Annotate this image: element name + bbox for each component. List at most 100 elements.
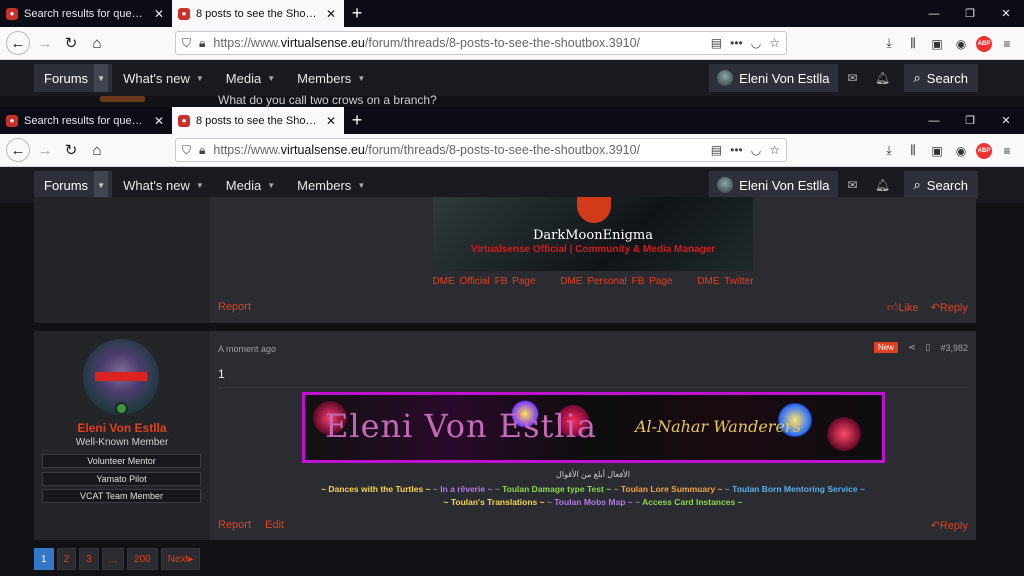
bookmark-star-icon[interactable]: ☆ — [769, 143, 780, 157]
minimize-button[interactable]: — — [916, 0, 952, 27]
like-button[interactable]: 👍︎Like — [887, 301, 919, 314]
signature-link[interactable]: In a rêverie ~ — [440, 484, 492, 494]
page-link-3[interactable]: 3 — [79, 548, 99, 570]
signature-link[interactable]: Toulan Born Mentoring Service ~ — [732, 484, 865, 494]
link-dme-twitter[interactable]: DME Twitter — [697, 276, 753, 287]
chevron-down-icon[interactable]: ▼ — [196, 181, 204, 190]
page-ellipsis[interactable]: ... — [101, 548, 125, 570]
tab-shoutbox-thread[interactable]: ● 8 posts to see the Shoutbox... | ✕ — [172, 107, 344, 134]
link-dme-official-fb[interactable]: DME Official FB Page — [432, 276, 535, 287]
new-tab-button[interactable]: + — [344, 107, 370, 134]
tab-search-results[interactable]: ● Search results for query: space ✕ — [0, 107, 172, 134]
restore-button[interactable]: ❐ — [952, 107, 988, 134]
signature-link[interactable]: ~ Toulan's Translations ~ — [444, 497, 545, 507]
sidebar-icon[interactable]: ▣ — [928, 37, 946, 51]
back-arrow-icon[interactable]: ← — [6, 31, 30, 55]
reply-button[interactable]: ↶Reply — [931, 519, 968, 532]
pocket-icon[interactable]: ◡ — [751, 36, 761, 50]
nav-whats-new[interactable]: What's new ▼ — [112, 178, 215, 193]
chevron-down-icon[interactable]: ▼ — [357, 181, 365, 190]
nav-forums[interactable]: Forums ▼ — [34, 171, 113, 199]
chevron-down-icon[interactable]: ▼ — [357, 74, 365, 83]
shield-icon[interactable]: ⛉ — [182, 143, 191, 158]
chevron-down-icon[interactable]: ▼ — [267, 74, 275, 83]
url-bar[interactable]: ⛉ 🔒︎ https://www.virtualsense.eu/forum/t… — [175, 138, 787, 162]
user-menu[interactable]: Eleni Von Estlla — [709, 64, 838, 92]
chevron-down-icon[interactable]: ▼ — [267, 181, 275, 190]
signature-link[interactable]: Toulan Lore Summuary ~ — [621, 484, 723, 494]
post-username[interactable]: Eleni Von Estlla — [34, 421, 210, 435]
chevron-down-icon[interactable]: ▼ — [196, 74, 204, 83]
signature-link[interactable]: Toulan Mobs Map ~ — [554, 497, 632, 507]
url-bar[interactable]: ⛉ 🔒︎ https://www.virtualsense.eu/forum/t… — [175, 31, 787, 55]
reply-button[interactable]: ↶Reply — [931, 301, 968, 314]
menu-icon[interactable]: ≡ — [998, 37, 1016, 51]
nav-whats-new[interactable]: What's new ▼ — [112, 71, 215, 86]
close-tab-icon[interactable]: ✕ — [324, 7, 338, 21]
page-actions-icon[interactable]: ••• — [730, 143, 743, 157]
signature-link[interactable]: Access Card Instances ~ — [642, 497, 742, 507]
page-link-2[interactable]: 2 — [56, 548, 77, 570]
home-icon[interactable]: ⌂ — [84, 30, 110, 56]
shield-icon[interactable]: ⛉ — [182, 36, 191, 51]
url-text[interactable]: https://www.virtualsense.eu/forum/thread… — [213, 36, 702, 50]
reload-icon[interactable]: ↻ — [58, 137, 84, 163]
bell-icon[interactable]: 🔔︎ — [868, 171, 898, 199]
lock-icon[interactable]: 🔒︎ — [199, 36, 205, 51]
post-timestamp[interactable]: A moment ago — [218, 344, 276, 354]
post-number[interactable]: #3,982 — [940, 343, 968, 353]
nav-forums[interactable]: Forums ▼ — [34, 64, 113, 92]
adblock-icon[interactable]: ABP — [976, 142, 992, 159]
menu-icon[interactable]: ≡ — [998, 144, 1016, 158]
next-page-button[interactable]: Next ▸ — [160, 548, 201, 570]
chevron-down-icon[interactable]: ▼ — [94, 171, 109, 199]
bell-icon[interactable]: 🔔︎ — [868, 64, 898, 92]
inbox-icon[interactable]: ✉ — [838, 171, 868, 199]
page-link-1[interactable]: 1 — [34, 548, 54, 570]
home-icon[interactable]: ⌂ — [84, 137, 110, 163]
chevron-down-icon[interactable]: ▼ — [94, 64, 109, 92]
close-window-button[interactable]: ✕ — [988, 0, 1024, 27]
report-link[interactable]: Report — [218, 301, 251, 313]
reader-view-icon[interactable]: ▤ — [711, 36, 722, 50]
back-arrow-icon[interactable]: ← — [6, 138, 30, 162]
signature-link[interactable]: ~ Dances with the Turtles ~ — [321, 484, 430, 494]
library-icon[interactable]: ⫼ — [904, 36, 922, 51]
library-icon[interactable]: ⫼ — [904, 143, 922, 158]
reader-view-icon[interactable]: ▤ — [711, 143, 722, 157]
bookmark-icon[interactable]: ▯ — [926, 342, 931, 353]
search-button[interactable]: ⌕ Search — [903, 171, 978, 199]
account-icon[interactable]: ◉ — [952, 144, 970, 158]
forward-arrow-icon[interactable]: → — [32, 137, 58, 163]
close-window-button[interactable]: ✕ — [988, 107, 1024, 134]
new-tab-button[interactable]: + — [344, 0, 370, 27]
reload-icon[interactable]: ↻ — [58, 30, 84, 56]
forward-arrow-icon[interactable]: → — [32, 30, 58, 56]
nav-media[interactable]: Media ▼ — [215, 71, 286, 86]
lock-icon[interactable]: 🔒︎ — [199, 143, 205, 158]
download-icon[interactable]: ⤓ — [880, 143, 898, 158]
pocket-icon[interactable]: ◡ — [751, 143, 761, 157]
inbox-icon[interactable]: ✉ — [838, 64, 868, 92]
close-tab-icon[interactable]: ✕ — [152, 114, 166, 128]
bookmark-star-icon[interactable]: ☆ — [769, 36, 780, 50]
nav-members[interactable]: Members ▼ — [286, 71, 376, 86]
adblock-icon[interactable]: ABP — [976, 35, 992, 52]
user-menu[interactable]: Eleni Von Estlla — [709, 171, 838, 199]
sidebar-icon[interactable]: ▣ — [928, 144, 946, 158]
signature-link[interactable]: Toulan Damage type Test ~ — [502, 484, 611, 494]
tab-search-results[interactable]: ● Search results for query: space ✕ — [0, 0, 172, 27]
account-icon[interactable]: ◉ — [952, 37, 970, 51]
report-link[interactable]: Report — [218, 519, 251, 531]
nav-media[interactable]: Media ▼ — [215, 178, 286, 193]
url-text[interactable]: https://www.virtualsense.eu/forum/thread… — [213, 143, 702, 157]
search-button[interactable]: ⌕ Search — [903, 64, 978, 92]
minimize-button[interactable]: — — [916, 107, 952, 134]
close-tab-icon[interactable]: ✕ — [152, 7, 166, 21]
restore-button[interactable]: ❐ — [952, 0, 988, 27]
nav-members[interactable]: Members ▼ — [286, 178, 376, 193]
tab-shoutbox-thread[interactable]: ● 8 posts to see the Shoutbox... | ✕ — [172, 0, 344, 27]
page-link-200[interactable]: 200 — [127, 548, 158, 570]
page-actions-icon[interactable]: ••• — [730, 36, 743, 50]
share-icon[interactable]: ⋖ — [908, 342, 916, 353]
